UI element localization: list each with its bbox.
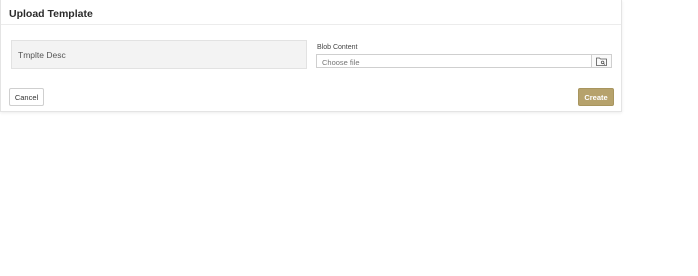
blob-content-file-picker — [316, 54, 612, 68]
blob-content-label: Blob Content — [317, 44, 358, 51]
dialog-header: Upload Template — [1, 0, 621, 25]
create-button[interactable]: Create — [578, 88, 614, 106]
folder-search-icon — [596, 54, 607, 69]
upload-template-dialog: Upload Template Tmplte Desc Blob Content… — [0, 0, 622, 112]
choose-file-input[interactable] — [317, 55, 591, 67]
cancel-button[interactable]: Cancel — [9, 88, 44, 106]
browse-file-button[interactable] — [591, 55, 611, 67]
template-description-field[interactable]: Tmplte Desc — [11, 40, 307, 69]
dialog-title: Upload Template — [9, 8, 93, 20]
